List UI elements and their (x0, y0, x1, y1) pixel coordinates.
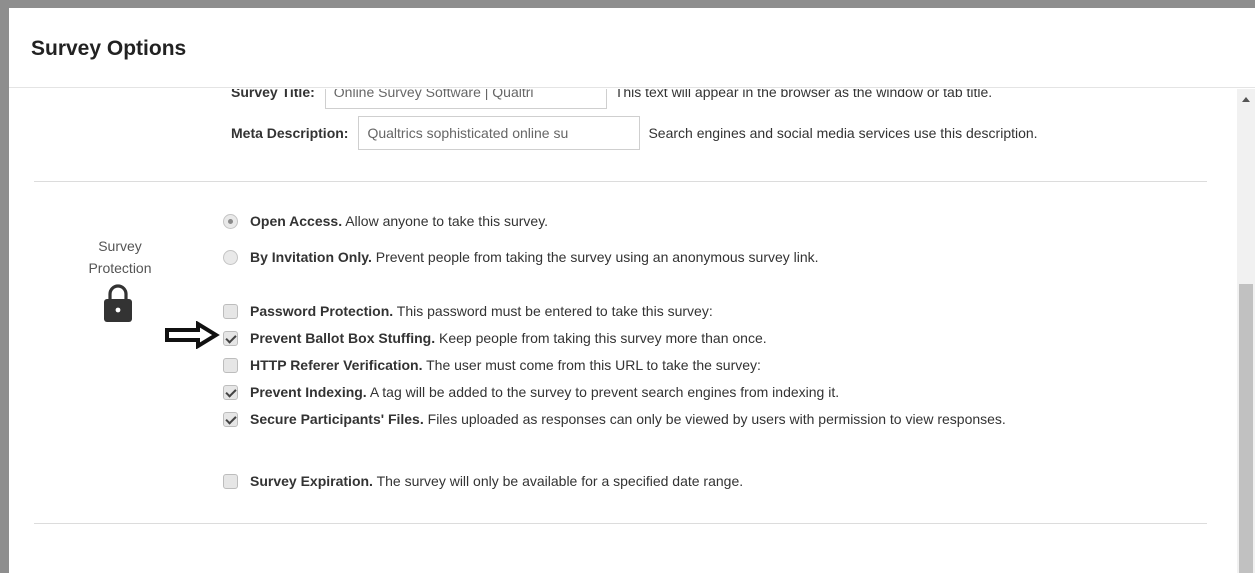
checkbox-password-protection-desc: This password must be entered to take th… (396, 303, 713, 319)
radio-open-access-desc: Allow anyone to take this survey. (345, 213, 549, 229)
meta-description-input[interactable] (358, 116, 641, 150)
scroll-up-arrow-icon[interactable] (1242, 97, 1250, 102)
section-label-line1: Survey (98, 238, 142, 254)
checkbox-survey-expiration-title: Survey Expiration. (250, 473, 373, 489)
checkbox-prevent-ballot-box-stuffing-control[interactable] (223, 331, 238, 346)
options-scroll-area[interactable]: Survey Title: This text will appear in t… (9, 89, 1237, 573)
lock-icon (104, 284, 132, 322)
checkbox-secure-participants-files-title: Secure Participants' Files. (250, 411, 424, 427)
vertical-scrollbar[interactable] (1237, 89, 1255, 573)
arrow-right-icon (165, 321, 220, 349)
survey-options-dialog: Survey Options Survey Title: This text w… (9, 8, 1255, 573)
options-content: Survey Title: This text will appear in t… (9, 89, 1237, 573)
checkbox-prevent-ballot-box-stuffing-desc: Keep people from taking this survey more… (439, 330, 767, 346)
checkbox-password-protection-control[interactable] (223, 304, 238, 319)
radio-by-invitation-title: By Invitation Only. (250, 249, 372, 265)
meta-description-label: Meta Description: (231, 125, 349, 141)
checkbox-prevent-indexing-control[interactable] (223, 385, 238, 400)
section-divider-top (34, 181, 1207, 182)
radio-by-invitation-desc: Prevent people from taking the survey us… (375, 249, 819, 265)
checkbox-secure-participants-files[interactable]: Secure Participants' Files. Files upload… (223, 409, 1160, 430)
checkbox-http-referer-verification-title: HTTP Referer Verification. (250, 357, 423, 373)
scrollbar-thumb[interactable] (1239, 284, 1253, 573)
checkbox-password-protection-title: Password Protection. (250, 303, 394, 319)
radio-open-access[interactable]: Open Access. Allow anyone to take this s… (223, 211, 1160, 232)
dialog-title: Survey Options (31, 37, 187, 60)
survey-title-label: Survey Title: (231, 89, 315, 100)
checkbox-survey-expiration-control[interactable] (223, 474, 238, 489)
section-divider-bottom (34, 523, 1207, 524)
radio-by-invitation[interactable]: By Invitation Only. Prevent people from … (223, 247, 1160, 268)
checkbox-secure-participants-files-control[interactable] (223, 412, 238, 427)
survey-title-row: Survey Title: This text will appear in t… (231, 89, 992, 109)
checkbox-prevent-indexing-title: Prevent Indexing. (250, 384, 367, 400)
checkbox-http-referer-verification-desc: The user must come from this URL to take… (426, 357, 761, 373)
checkbox-prevent-ballot-box-stuffing-title: Prevent Ballot Box Stuffing. (250, 330, 436, 346)
checkbox-password-protection[interactable]: Password Protection. This password must … (223, 301, 1160, 322)
radio-open-access-control[interactable] (223, 214, 238, 229)
meta-description-row: Meta Description: Search engines and soc… (231, 116, 1038, 150)
checkbox-secure-participants-files-desc: Files uploaded as responses can only be … (427, 411, 1006, 427)
survey-title-hint: This text will appear in the browser as … (614, 89, 993, 100)
radio-by-invitation-control[interactable] (223, 250, 238, 265)
checkbox-prevent-indexing-desc: A tag will be added to the survey to pre… (369, 384, 840, 400)
section-label-line2: Protection (88, 260, 152, 276)
checkbox-prevent-indexing[interactable]: Prevent Indexing. A tag will be added to… (223, 382, 1160, 403)
section-label-survey-protection: Survey Protection (75, 235, 165, 279)
dialog-header: Survey Options (9, 8, 1255, 88)
checkbox-http-referer-verification-control[interactable] (223, 358, 238, 373)
checkbox-survey-expiration[interactable]: Survey Expiration. The survey will only … (223, 471, 1160, 492)
checkbox-http-referer-verification[interactable]: HTTP Referer Verification. The user must… (223, 355, 1160, 376)
radio-open-access-title: Open Access. (250, 213, 343, 229)
checkbox-prevent-ballot-box-stuffing[interactable]: Prevent Ballot Box Stuffing. Keep people… (223, 328, 1160, 349)
checkbox-survey-expiration-desc: The survey will only be available for a … (376, 473, 744, 489)
survey-title-input[interactable] (324, 89, 607, 109)
meta-description-hint: Search engines and social media services… (648, 125, 1038, 141)
